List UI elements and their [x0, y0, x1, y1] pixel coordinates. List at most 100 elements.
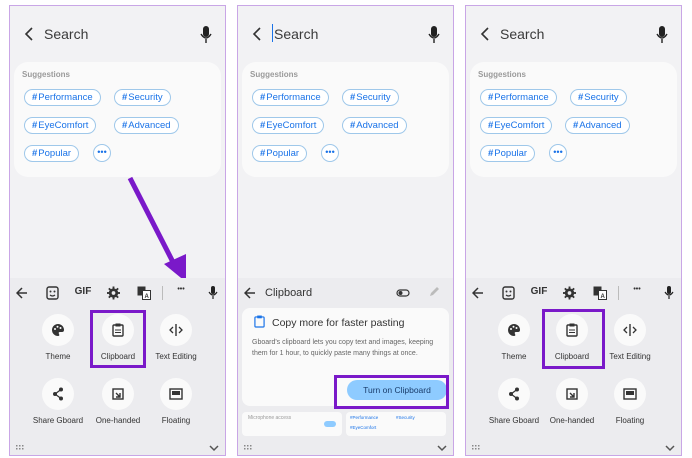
palette-icon — [508, 324, 520, 336]
palette-icon — [52, 324, 64, 336]
keyboard-bottom-bar — [466, 441, 681, 455]
screen-1: Search Suggestions # Performance # Securit… — [9, 5, 226, 456]
search-bar[interactable]: Search — [10, 6, 225, 64]
mic-icon[interactable] — [655, 26, 669, 44]
more-suggestions-button[interactable]: ••• — [321, 144, 339, 162]
keyboard-toolbar: GIF A ••• — [10, 278, 225, 308]
mic-icon[interactable] — [427, 26, 441, 44]
tile-theme[interactable]: Theme — [484, 314, 544, 361]
clipboard-highlight-box — [90, 310, 146, 368]
mini-toggle — [324, 421, 336, 427]
back-arrow-icon[interactable] — [22, 26, 38, 42]
screen-3: Search Suggestions # Performance # Securit… — [465, 5, 682, 456]
tile-floating[interactable]: Floating — [146, 378, 206, 425]
chevron-down-icon[interactable] — [665, 445, 675, 452]
keyboard: Clipboard Copy more for faster pasting G… — [238, 278, 453, 455]
annotation-arrow — [127, 176, 186, 282]
sticker-icon[interactable] — [46, 286, 59, 300]
tile-share-gboard[interactable]: Share Gboard — [28, 378, 88, 425]
back-arrow-icon[interactable] — [16, 286, 28, 300]
tile-text-editing[interactable]: Text Editing — [146, 314, 206, 361]
mic-icon[interactable] — [664, 286, 674, 300]
more-suggestions-button[interactable]: ••• — [93, 144, 111, 162]
chip-popular[interactable]: # Popular — [480, 145, 536, 162]
back-arrow-icon[interactable] — [472, 286, 484, 300]
suggestions-title: Suggestions — [22, 70, 71, 79]
tile-label: Floating — [161, 416, 191, 425]
more-options-button[interactable]: ••• — [629, 286, 645, 300]
more-options-button[interactable]: ••• — [173, 286, 189, 300]
mini-chip: #Performance — [350, 415, 379, 420]
keyboard: GIF A ••• Theme Clipboard Text Editing S… — [466, 278, 681, 455]
search-bar[interactable]: Search — [466, 6, 681, 64]
chip-advanced[interactable]: # Advanced — [114, 117, 179, 134]
button-highlight-box — [334, 375, 449, 409]
chip-performance[interactable]: # Performance — [480, 89, 557, 106]
back-arrow-icon[interactable] — [244, 286, 256, 300]
keyboard-grid-icon[interactable] — [244, 445, 254, 451]
tile-floating[interactable]: Floating — [600, 378, 660, 425]
sticker-icon[interactable] — [502, 286, 515, 300]
search-input[interactable]: Search — [500, 26, 544, 42]
suggestions-card: Suggestions # Performance # Security # EyeC… — [242, 62, 449, 177]
chevron-down-icon[interactable] — [209, 445, 219, 452]
search-input[interactable]: Search — [44, 26, 88, 42]
faded-chips-preview: #Performance #Security #EyeComfort — [346, 412, 446, 436]
keyboard-grid-icon[interactable] — [472, 445, 482, 451]
toolbar-divider — [618, 286, 619, 300]
chip-security[interactable]: # Security — [342, 89, 399, 106]
chip-performance[interactable]: # Performance — [24, 89, 101, 106]
chip-security[interactable]: # Security — [114, 89, 171, 106]
gear-icon[interactable] — [107, 286, 120, 300]
suggestions-card: Suggestions # Performance # Security # EyeC… — [470, 62, 677, 177]
clipboard-icon — [254, 315, 265, 328]
chip-advanced[interactable]: # Advanced — [342, 117, 407, 134]
pencil-icon[interactable] — [428, 286, 440, 298]
svg-text:A: A — [145, 294, 150, 300]
clipboard-card-title: Copy more for faster pasting — [272, 317, 405, 329]
tile-share-gboard[interactable]: Share Gboard — [484, 378, 544, 425]
tile-label: Text Editing — [155, 352, 197, 361]
mic-icon[interactable] — [199, 26, 213, 44]
text-cursor-icon — [169, 324, 183, 336]
chip-security[interactable]: # Security — [570, 89, 627, 106]
chip-popular[interactable]: # Popular — [252, 145, 308, 162]
more-suggestions-button[interactable]: ••• — [549, 144, 567, 162]
back-arrow-icon[interactable] — [250, 26, 266, 42]
keyboard-grid-icon[interactable] — [16, 445, 26, 451]
suggestions-card: Suggestions # Performance # Security # EyeC… — [14, 62, 221, 177]
keyboard: GIF A ••• Theme Clipboard Text Editing S… — [10, 278, 225, 455]
toggle-icon[interactable] — [396, 288, 410, 298]
chip-advanced[interactable]: # Advanced — [565, 117, 630, 134]
keyboard-bottom-bar — [10, 441, 225, 455]
chip-eyecomfort[interactable]: # EyeComfort — [252, 117, 325, 134]
mic-icon[interactable] — [208, 286, 218, 300]
translate-icon[interactable]: A — [593, 286, 607, 300]
chip-performance[interactable]: # Performance — [252, 89, 329, 106]
gif-button[interactable]: GIF — [74, 286, 92, 300]
clipboard-title: Clipboard — [265, 287, 313, 299]
floating-icon — [623, 388, 637, 400]
share-icon — [53, 387, 63, 401]
chevron-down-icon[interactable] — [437, 445, 447, 452]
chip-eyecomfort[interactable]: # EyeComfort — [480, 117, 553, 134]
tile-text-editing[interactable]: Text Editing — [600, 314, 660, 361]
search-bar[interactable]: Search — [238, 6, 453, 64]
mini-chip: #EyeComfort — [350, 425, 377, 430]
suggestions-title: Suggestions — [250, 70, 299, 79]
gif-button[interactable]: GIF — [530, 286, 548, 300]
chip-popular[interactable]: # Popular — [24, 145, 80, 162]
tile-one-handed[interactable]: One-handed — [88, 378, 148, 425]
tile-theme[interactable]: Theme — [28, 314, 88, 361]
gear-icon[interactable] — [563, 286, 576, 300]
tile-label: Share Gboard — [32, 416, 84, 425]
search-input[interactable]: Search — [274, 26, 318, 42]
back-arrow-icon[interactable] — [478, 26, 494, 42]
chip-eyecomfort[interactable]: # EyeComfort — [24, 117, 97, 134]
tile-one-handed[interactable]: One-handed — [542, 378, 602, 425]
floating-icon — [169, 388, 183, 400]
mini-label: Microphone access — [248, 415, 292, 421]
tile-label: Theme — [45, 352, 71, 361]
translate-icon[interactable]: A — [137, 286, 151, 300]
toolbar-divider — [162, 286, 163, 300]
